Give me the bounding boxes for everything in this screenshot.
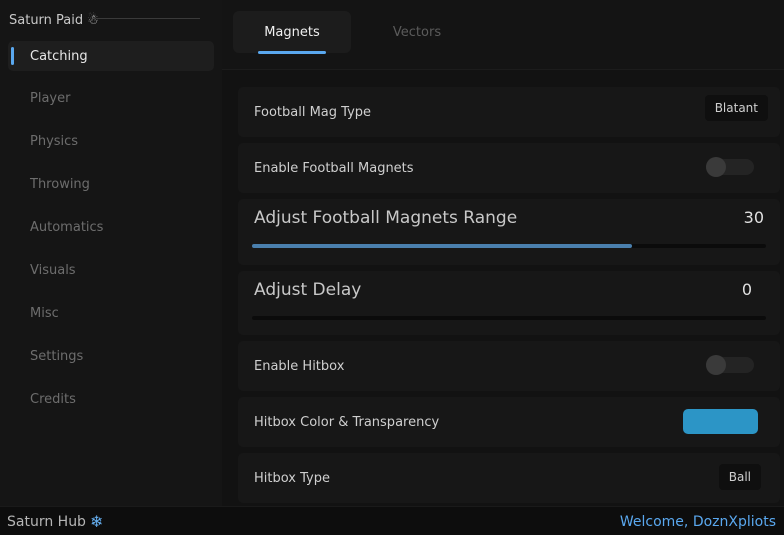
sidebar-item-label: Settings xyxy=(30,348,84,364)
hitbox-color-label: Hitbox Color & Transparency xyxy=(254,414,440,430)
footer: Saturn Hub ❄ Welcome, DoznXpliots xyxy=(0,506,784,535)
enable-hitbox-label: Enable Hitbox xyxy=(254,358,345,374)
dropdown-value: Blatant xyxy=(714,101,758,115)
football-mag-type-dropdown[interactable]: Blatant xyxy=(704,95,768,121)
sidebar-item-label: Misc xyxy=(30,305,59,321)
sidebar-item-misc[interactable]: Misc xyxy=(8,298,214,328)
magnets-range-row: Adjust Football Magnets Range 30 xyxy=(238,199,780,265)
app-title: Saturn Paid ☃ xyxy=(9,10,99,30)
enable-football-magnets-label: Enable Football Magnets xyxy=(254,160,414,176)
tab-vectors[interactable]: Vectors xyxy=(358,11,476,53)
sidebar-item-label: Visuals xyxy=(30,262,76,278)
enable-hitbox-row: Enable Hitbox xyxy=(238,341,780,391)
title-divider xyxy=(96,18,200,19)
tab-bar: Magnets Vectors xyxy=(222,0,784,70)
hitbox-type-label: Hitbox Type xyxy=(254,470,330,486)
enable-football-magnets-toggle[interactable] xyxy=(706,157,754,177)
welcome-message: Welcome, DoznXpliots xyxy=(619,513,776,530)
enable-hitbox-toggle[interactable] xyxy=(706,355,754,375)
adjust-delay-value: 0 xyxy=(741,280,752,299)
toggle-knob xyxy=(706,157,726,177)
sidebar-item-label: Automatics xyxy=(30,219,104,235)
sidebar-item-credits[interactable]: Credits xyxy=(8,384,214,414)
sidebar-item-label: Physics xyxy=(30,133,79,149)
sidebar-item-catching[interactable]: Catching xyxy=(8,41,214,71)
sidebar-item-physics[interactable]: Physics xyxy=(8,126,214,156)
footer-title: Saturn Hub ❄ xyxy=(7,507,103,535)
adjust-delay-slider[interactable] xyxy=(252,316,766,320)
sidebar-item-player[interactable]: Player xyxy=(8,83,214,113)
sidebar-item-label: Credits xyxy=(30,391,76,407)
adjust-delay-label: Adjust Delay xyxy=(254,280,362,300)
tab-label: Vectors xyxy=(392,24,442,40)
hitbox-color-swatch[interactable] xyxy=(683,409,758,434)
magnets-range-slider[interactable] xyxy=(252,244,766,248)
active-tab-indicator xyxy=(258,51,326,54)
magnets-range-value: 30 xyxy=(743,208,764,227)
dropdown-value: Ball xyxy=(728,470,751,484)
sidebar-item-throwing[interactable]: Throwing xyxy=(8,169,214,199)
enable-football-magnets-row: Enable Football Magnets xyxy=(238,143,780,193)
app-title-text: Saturn Paid xyxy=(9,12,84,28)
sidebar-item-label: Throwing xyxy=(30,176,90,192)
tab-label: Magnets xyxy=(264,24,320,40)
footer-title-text: Saturn Hub xyxy=(7,513,86,530)
hitbox-color-row: Hitbox Color & Transparency xyxy=(238,397,780,447)
magnets-range-label: Adjust Football Magnets Range xyxy=(254,208,518,228)
sidebar-item-visuals[interactable]: Visuals xyxy=(8,255,214,285)
slider-fill xyxy=(252,244,633,248)
sidebar-item-label: Catching xyxy=(30,48,88,64)
sidebar-item-settings[interactable]: Settings xyxy=(8,341,214,371)
hitbox-type-dropdown[interactable]: Ball xyxy=(718,464,761,490)
main-panel: Magnets Vectors Football Mag Type Blatan… xyxy=(222,0,784,506)
football-mag-type-label: Football Mag Type xyxy=(254,104,372,120)
sidebar-item-label: Player xyxy=(30,90,71,106)
sidebar-item-automatics[interactable]: Automatics xyxy=(8,212,214,242)
football-mag-type-row: Football Mag Type Blatant xyxy=(238,87,780,137)
snowman-icon: ☃ xyxy=(87,12,99,28)
toggle-knob xyxy=(706,355,726,375)
snowflake-icon: ❄ xyxy=(89,512,104,531)
hitbox-type-row: Hitbox Type Ball xyxy=(238,453,780,503)
sidebar: Saturn Paid ☃ Catching Player Physics Th… xyxy=(0,0,222,506)
tab-magnets[interactable]: Magnets xyxy=(233,11,351,54)
adjust-delay-row: Adjust Delay 0 xyxy=(238,271,780,335)
